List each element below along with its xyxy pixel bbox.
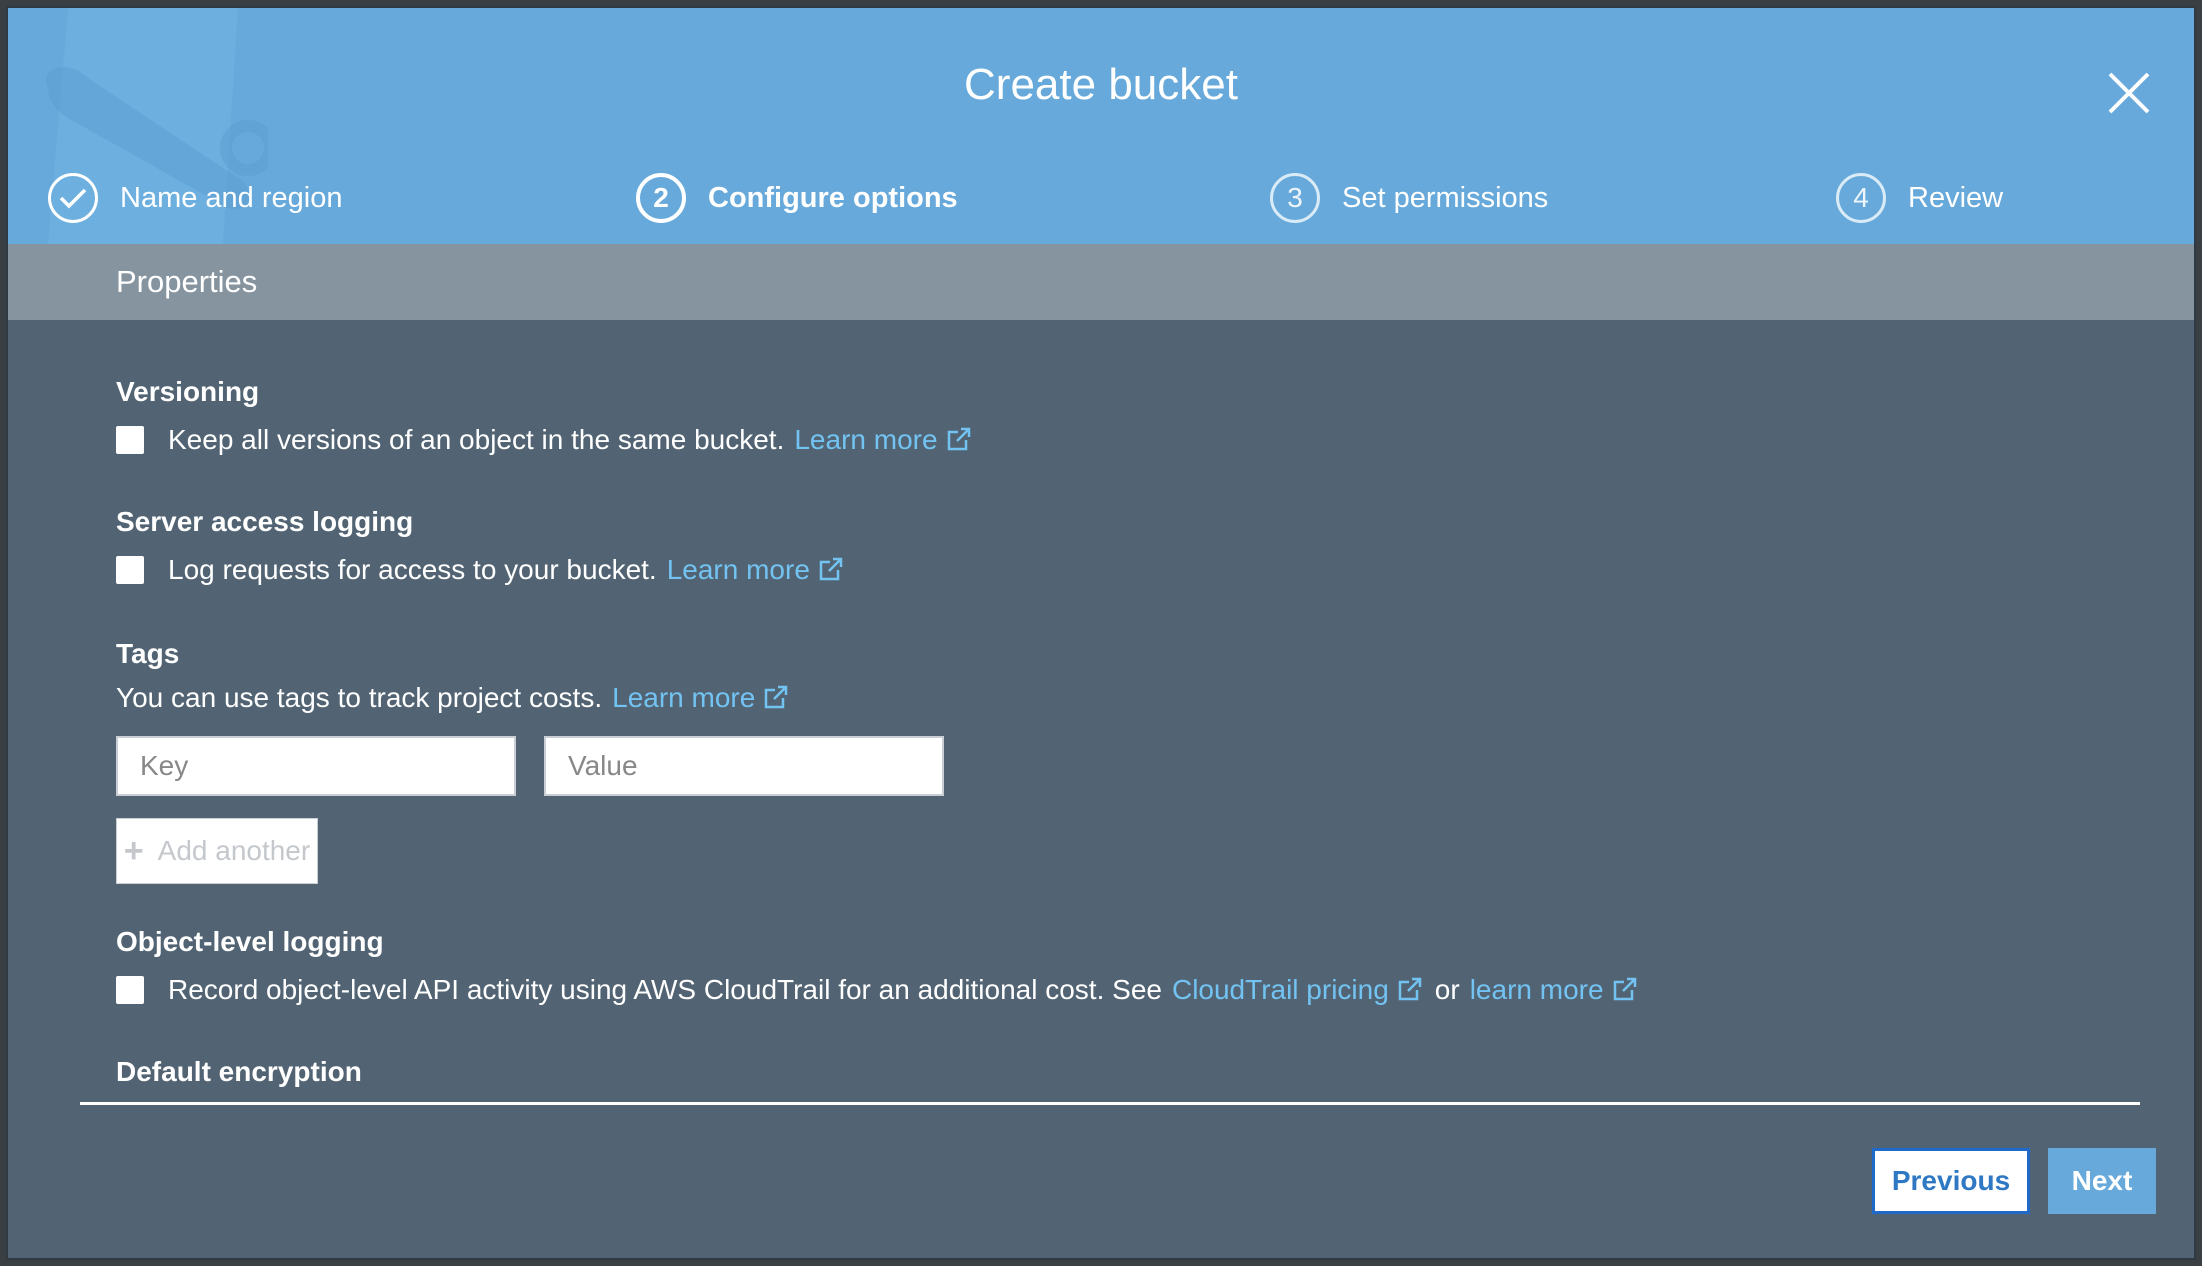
- close-icon[interactable]: [2104, 68, 2154, 118]
- tags-learn-more-link[interactable]: Learn more: [612, 682, 789, 714]
- plus-icon: +: [123, 831, 144, 870]
- step-review[interactable]: 4 Review: [1836, 170, 2003, 226]
- external-link-icon: [1398, 977, 1422, 1001]
- link-text: Learn more: [666, 554, 810, 585]
- step-set-permissions[interactable]: 3 Set permissions: [1270, 170, 1548, 226]
- object-logging-row: Record object-level API activity using A…: [116, 974, 1638, 1006]
- object-logging-learn-more-link[interactable]: learn more: [1470, 974, 1638, 1006]
- versioning-title: Versioning: [116, 376, 260, 407]
- server-logging-learn-more-link[interactable]: Learn more: [667, 554, 844, 586]
- server-logging-row: Log requests for access to your bucket. …: [116, 554, 844, 586]
- link-text: Learn more: [794, 424, 938, 455]
- modal-title: Create bucket: [964, 60, 1238, 109]
- tags-title: Tags: [116, 638, 180, 669]
- versioning-row: Keep all versions of an object in the sa…: [116, 424, 972, 456]
- versioning-checkbox[interactable]: [116, 426, 144, 454]
- link-text: CloudTrail pricing: [1171, 974, 1389, 1005]
- step-number: 4: [1836, 173, 1886, 223]
- previous-button[interactable]: Previous: [1872, 1148, 2030, 1214]
- object-logging-text: Record object-level API activity using A…: [168, 974, 1162, 1005]
- create-bucket-modal: Create bucket Name and region 2 Configur…: [6, 6, 2196, 1260]
- step-label: Configure options: [708, 181, 958, 214]
- add-another-label: Add another: [157, 835, 311, 866]
- link-text: Learn more: [612, 682, 756, 713]
- footer-divider: [80, 1102, 2140, 1105]
- external-link-icon: [947, 427, 970, 451]
- or-text: or: [1434, 974, 1460, 1005]
- tags-description-row: You can use tags to track project costs.…: [116, 682, 789, 714]
- object-logging-title: Object-level logging: [116, 926, 384, 957]
- external-link-icon: [765, 685, 788, 709]
- step-name-and-region[interactable]: Name and region: [48, 170, 342, 226]
- cloudtrail-pricing-link[interactable]: CloudTrail pricing: [1172, 974, 1423, 1006]
- step-label: Name and region: [120, 181, 343, 214]
- modal-header: Create bucket Name and region 2 Configur…: [8, 8, 2194, 244]
- tag-key-input[interactable]: [116, 736, 516, 796]
- external-link-icon: [1613, 977, 1636, 1001]
- step-label: Set permissions: [1342, 181, 1549, 214]
- tags-text: You can use tags to track project costs.: [116, 682, 603, 713]
- add-another-tag-button[interactable]: + Add another: [116, 818, 318, 884]
- versioning-text: Keep all versions of an object in the sa…: [168, 424, 785, 455]
- step-configure-options[interactable]: 2 Configure options: [636, 170, 958, 226]
- versioning-learn-more-link[interactable]: Learn more: [794, 424, 971, 456]
- step-label: Review: [1908, 181, 2004, 214]
- properties-title: Properties: [116, 264, 258, 299]
- properties-section-header: Properties: [8, 244, 2194, 320]
- server-logging-title: Server access logging: [116, 506, 414, 537]
- default-encryption-title: Default encryption: [116, 1056, 362, 1087]
- checkmark-icon: [48, 173, 98, 223]
- tag-value-input[interactable]: [544, 736, 944, 796]
- step-number: 3: [1270, 173, 1320, 223]
- next-button[interactable]: Next: [2048, 1148, 2156, 1214]
- external-link-icon: [819, 557, 843, 581]
- server-logging-checkbox[interactable]: [116, 556, 144, 584]
- server-logging-text: Log requests for access to your bucket.: [168, 554, 657, 585]
- object-logging-checkbox[interactable]: [116, 976, 144, 1004]
- link-text: learn more: [1469, 974, 1604, 1005]
- step-number: 2: [636, 173, 686, 223]
